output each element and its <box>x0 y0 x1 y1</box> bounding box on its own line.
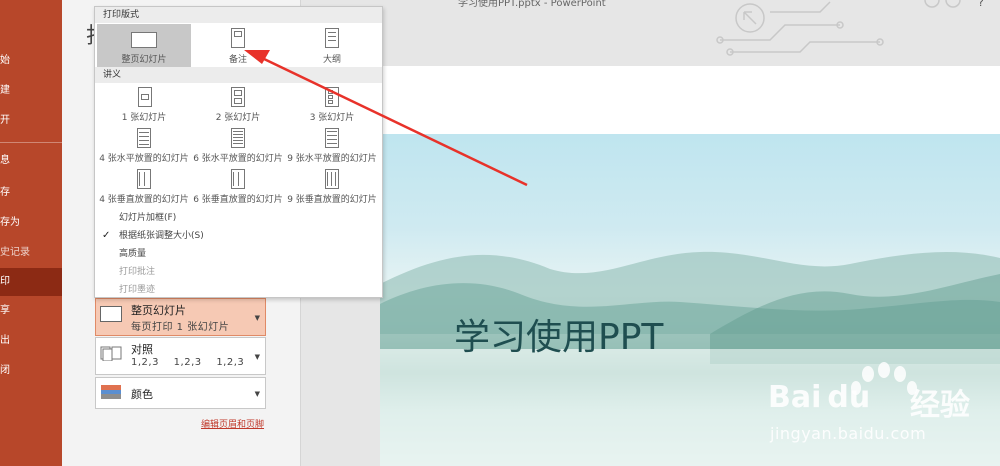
slide-title: 学习使用PPT <box>454 317 664 358</box>
nav-item-save[interactable]: 存 <box>0 182 62 204</box>
backstage-nav: 始 建 开 息 存 存为 史记录 印 享 出 闭 <box>0 0 62 466</box>
option-handout-1[interactable]: 1 张幻灯片 <box>97 85 191 125</box>
handout-9-vertical-icon <box>325 169 339 189</box>
option-label: 高质量 <box>119 249 147 259</box>
watermark-paw-text: du <box>827 380 871 415</box>
option-outline[interactable]: 大纲 <box>285 24 379 67</box>
handout-4-horizontal-icon <box>137 128 151 148</box>
option-handout-2[interactable]: 2 张幻灯片 <box>191 85 285 125</box>
watermark-brand-text: Bai <box>768 380 822 415</box>
option-label: 幻灯片加框(F) <box>119 213 177 223</box>
nav-label: 印 <box>0 276 10 287</box>
option-label: 1 张幻灯片 <box>121 113 167 123</box>
nav-item-print[interactable]: 印 <box>0 268 62 296</box>
option-label: 9 张垂直放置的幻灯片 <box>287 195 377 205</box>
nav-separator <box>0 142 62 143</box>
dropdown-title: 对照 <box>131 343 153 356</box>
color-dropdown[interactable]: 颜色 ▼ <box>95 377 266 409</box>
chevron-down-icon: ▼ <box>254 353 260 361</box>
circuit-decoration <box>716 0 961 56</box>
watermark-name: 经验 <box>910 388 970 423</box>
handout-4-vertical-icon <box>137 169 151 189</box>
nav-item-export[interactable]: 出 <box>0 330 62 352</box>
collate-icon <box>100 346 122 361</box>
option-label: 整页幻灯片 <box>121 55 167 65</box>
section-header-layout: 打印版式 <box>95 7 382 23</box>
watermark-brand: Bai du <box>768 380 870 415</box>
dropdown-title: 整页幻灯片 <box>131 304 186 317</box>
handout-2-icon <box>231 87 245 107</box>
option-handout-3[interactable]: 3 张幻灯片 <box>285 85 379 125</box>
help-icon[interactable]: ? <box>978 0 984 9</box>
handout-1-icon <box>138 87 152 107</box>
option-handout-9v[interactable]: 9 张垂直放置的幻灯片 <box>285 167 379 207</box>
option-handout-9h[interactable]: 9 张水平放置的幻灯片 <box>285 126 379 166</box>
section-header-handouts: 讲义 <box>95 67 382 83</box>
notes-page-icon <box>231 28 245 48</box>
nav-item-start[interactable]: 始 <box>0 50 62 72</box>
high-quality-option[interactable]: 高质量 <box>95 245 382 263</box>
full-slide-icon <box>131 32 157 48</box>
option-label: 打印墨迹 <box>119 285 156 295</box>
option-notes[interactable]: 备注 <box>191 24 285 67</box>
scale-to-fit-option[interactable]: ✓ 根据纸张调整大小(S) <box>95 227 382 245</box>
nav-label: 享 <box>0 305 10 316</box>
dropdown-subtitle: 每页打印 1 张幻灯片 <box>131 322 230 333</box>
print-layout-dropdown[interactable]: 整页幻灯片 每页打印 1 张幻灯片 ▼ <box>95 298 266 336</box>
collate-dropdown[interactable]: 对照 1,2,3 1,2,3 1,2,3 ▼ <box>95 337 266 375</box>
dropdown-title: 颜色 <box>131 388 153 401</box>
nav-label: 史记录 <box>0 247 30 258</box>
frame-slides-option[interactable]: 幻灯片加框(F) <box>95 209 382 227</box>
print-ink-option[interactable]: 打印墨迹 <box>95 281 382 299</box>
nav-label: 出 <box>0 335 10 346</box>
nav-label: 始 <box>0 55 10 66</box>
window-title: 学习使用PPT.pptx - PowerPoint <box>458 0 606 9</box>
handout-3-icon <box>325 87 339 107</box>
nav-item-share[interactable]: 享 <box>0 300 62 322</box>
nav-label: 存 <box>0 187 10 198</box>
watermark-url: jingyan.baidu.com <box>770 424 927 443</box>
handout-6-horizontal-icon <box>231 128 245 148</box>
nav-item-close[interactable]: 闭 <box>0 360 62 382</box>
option-label: 大纲 <box>322 55 341 65</box>
outline-page-icon <box>325 28 339 48</box>
print-comments-option[interactable]: 打印批注 <box>95 263 382 281</box>
option-full-page-slide[interactable]: 整页幻灯片 <box>97 24 191 67</box>
nav-label: 息 <box>0 155 10 166</box>
option-label: 6 张垂直放置的幻灯片 <box>193 195 283 205</box>
handout-6-vertical-icon <box>231 169 245 189</box>
option-label: 3 张幻灯片 <box>309 113 355 123</box>
nav-label: 存为 <box>0 217 20 228</box>
edit-header-footer-link[interactable]: 编辑页眉和页脚 <box>201 417 264 430</box>
option-label: 根据纸张调整大小(S) <box>119 231 204 241</box>
checkmark-icon: ✓ <box>102 230 111 241</box>
option-label: 备注 <box>228 55 247 65</box>
chevron-down-icon: ▼ <box>254 314 260 322</box>
option-label: 2 张幻灯片 <box>215 113 261 123</box>
option-handout-4h[interactable]: 4 张水平放置的幻灯片 <box>97 126 191 166</box>
option-label: 4 张水平放置的幻灯片 <box>99 154 189 164</box>
chevron-down-icon: ▼ <box>254 390 260 398</box>
handout-9-horizontal-icon <box>325 128 339 148</box>
nav-item-info[interactable]: 息 <box>0 150 62 172</box>
preview-page-top <box>380 66 1000 134</box>
nav-label: 建 <box>0 85 10 96</box>
nav-item-open[interactable]: 开 <box>0 110 62 132</box>
option-handout-4v[interactable]: 4 张垂直放置的幻灯片 <box>97 167 191 207</box>
nav-label: 闭 <box>0 365 10 376</box>
full-slide-icon <box>100 306 122 322</box>
print-layout-menu: 打印版式 整页幻灯片 备注 大纲 讲义 1 张幻灯片 2 张幻灯片 3 张幻灯片… <box>94 6 383 298</box>
color-icon <box>101 385 121 399</box>
option-label: 6 张水平放置的幻灯片 <box>193 154 283 164</box>
option-handout-6v[interactable]: 6 张垂直放置的幻灯片 <box>191 167 285 207</box>
nav-item-new[interactable]: 建 <box>0 80 62 102</box>
nav-label: 开 <box>0 115 10 126</box>
option-label: 打印批注 <box>119 267 156 277</box>
option-handout-6h[interactable]: 6 张水平放置的幻灯片 <box>191 126 285 166</box>
nav-item-history[interactable]: 史记录 <box>0 242 62 264</box>
nav-item-save-as[interactable]: 存为 <box>0 212 62 234</box>
option-label: 4 张垂直放置的幻灯片 <box>99 195 189 205</box>
option-label: 9 张水平放置的幻灯片 <box>287 154 377 164</box>
dropdown-subtitle: 1,2,3 1,2,3 1,2,3 <box>131 357 245 368</box>
